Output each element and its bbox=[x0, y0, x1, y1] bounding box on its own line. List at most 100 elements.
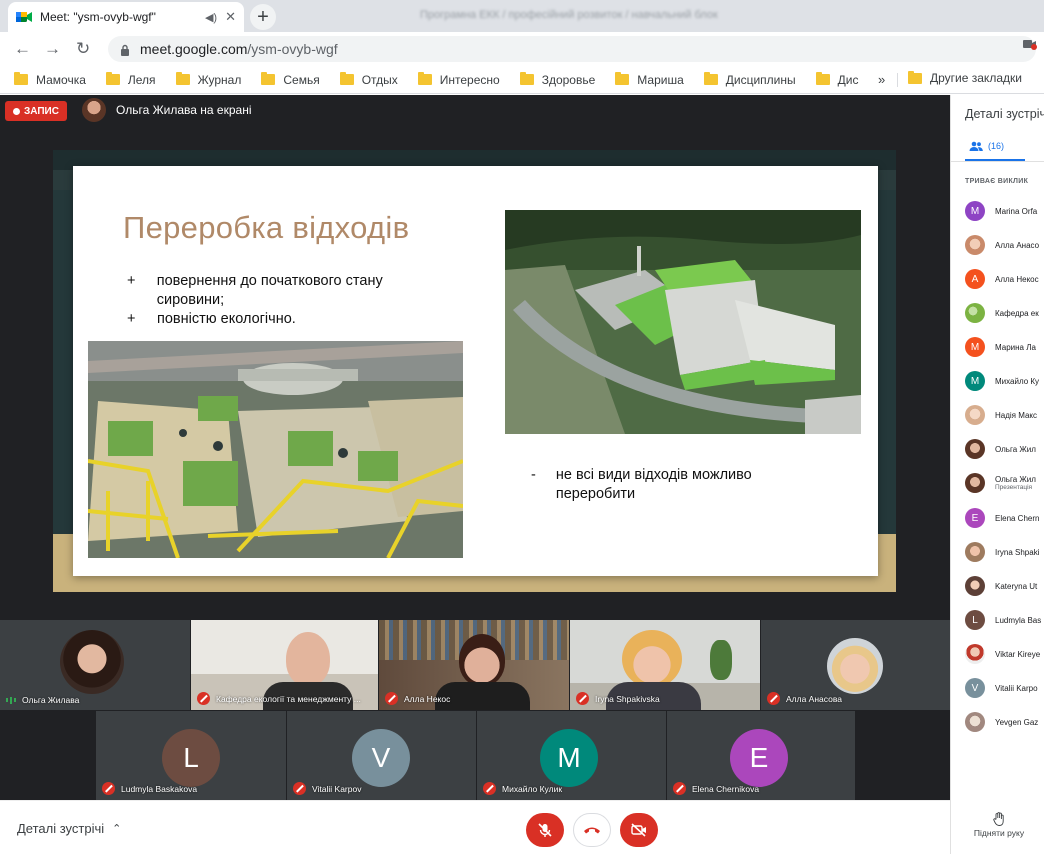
new-tab-button[interactable]: + bbox=[250, 4, 276, 30]
participant-list-item[interactable]: М Марина Ла bbox=[965, 337, 1036, 357]
bookmark-folder[interactable]: Дис bbox=[815, 72, 858, 87]
bookmarks-overflow-button[interactable]: » bbox=[878, 72, 885, 87]
participant-name: Iryna Shpakivska bbox=[576, 692, 660, 705]
participant-avatar: L bbox=[965, 610, 985, 630]
participant-name: Алла Анасова bbox=[767, 692, 842, 705]
raise-hand-button[interactable]: Підняти руку bbox=[969, 812, 1029, 838]
participant-avatar: V bbox=[965, 678, 985, 698]
participant-tile[interactable]: V Vitalii Karpov bbox=[287, 711, 476, 800]
mic-off-icon bbox=[102, 782, 115, 795]
participant-tile[interactable]: Ольга Жилава bbox=[0, 620, 190, 710]
cons-list: - не всі види відходів можливо переробити bbox=[531, 466, 831, 504]
other-bookmarks-folder[interactable]: Другие закладки bbox=[908, 70, 1022, 85]
participant-avatar bbox=[965, 644, 985, 664]
participant-name: Elena Chernikova bbox=[673, 782, 759, 795]
bookmark-folder[interactable]: Журнал bbox=[175, 72, 241, 87]
browser-tab-strip: Meet: "ysm-ovyb-wgf" ◀) ✕ + Програмна ЕК… bbox=[0, 0, 1044, 32]
hang-up-icon bbox=[584, 827, 600, 834]
bookmark-folder[interactable]: Леля bbox=[105, 72, 156, 87]
leave-call-button[interactable] bbox=[573, 813, 611, 847]
participant-tile[interactable]: Алла Анасова bbox=[761, 620, 950, 710]
mic-off-icon bbox=[673, 782, 686, 795]
meet-stage: ЗАПИС Ольга Жилава на екрані Переробка в… bbox=[0, 95, 950, 800]
participant-list-item[interactable]: L Ludmyla Bas bbox=[965, 610, 1041, 630]
meet-control-bar: Деталі зустрічі ⌃ bbox=[0, 800, 950, 854]
record-dot-icon bbox=[13, 107, 20, 115]
participant-list-item[interactable]: Kateryna Ut bbox=[965, 576, 1037, 596]
folder-icon bbox=[175, 72, 190, 85]
forward-arrow-icon[interactable]: → bbox=[44, 39, 61, 59]
participant-list-item[interactable]: Iryna Shpaki bbox=[965, 542, 1039, 562]
speaker-icon[interactable]: ◀) bbox=[205, 11, 217, 24]
mic-off-icon bbox=[483, 782, 496, 795]
bookmarks-divider bbox=[897, 73, 898, 87]
pros-list: + повернення до початкового стану сировин… bbox=[127, 272, 447, 329]
bookmark-folder[interactable]: Семья bbox=[261, 72, 320, 87]
speaking-indicator-icon bbox=[6, 696, 16, 704]
participant-list-item[interactable]: Viktar Kireye bbox=[965, 644, 1040, 664]
participant-avatar: V bbox=[352, 729, 410, 787]
list-item: + повністю екологічно. bbox=[127, 311, 296, 327]
recording-badge[interactable]: ЗАПИС bbox=[5, 101, 67, 121]
participant-tile[interactable]: Iryna Shpakivska bbox=[570, 620, 760, 710]
participant-list-item[interactable]: Алла Анасо bbox=[965, 235, 1039, 255]
participant-list-item[interactable]: M Marina Orfa bbox=[965, 201, 1037, 221]
participant-list-item[interactable]: Кафедра ек bbox=[965, 303, 1039, 323]
url-input[interactable]: meet.google.com/ysm-ovyb-wgf bbox=[108, 36, 1036, 62]
participant-list-item[interactable]: Ольга Жил bbox=[965, 439, 1036, 459]
list-item: + повернення до початкового стану сировин… bbox=[127, 273, 383, 308]
browser-tab-meet[interactable]: Meet: "ysm-ovyb-wgf" ◀) ✕ bbox=[8, 2, 244, 32]
close-tab-icon[interactable]: ✕ bbox=[225, 9, 236, 25]
participant-list-item[interactable]: V Vitalii Karpo bbox=[965, 678, 1038, 698]
participant-avatar: М bbox=[965, 371, 985, 391]
participant-avatar bbox=[965, 542, 985, 562]
bookmark-folder[interactable]: Отдых bbox=[339, 72, 398, 87]
background-tab-title[interactable]: Програмна ЕКК / професійний розвиток / н… bbox=[420, 9, 718, 21]
meeting-details-button[interactable]: Деталі зустрічі ⌃ bbox=[17, 821, 121, 836]
back-arrow-icon[interactable]: ← bbox=[14, 39, 31, 59]
participant-list-item[interactable]: Надія Макс bbox=[965, 405, 1037, 425]
google-meet-icon bbox=[16, 10, 32, 24]
bookmark-folder[interactable]: Здоровье bbox=[519, 72, 595, 87]
participant-name: Михайло Кулик bbox=[483, 782, 562, 795]
folder-icon bbox=[908, 70, 922, 84]
folder-icon bbox=[339, 72, 354, 85]
tab-people[interactable]: (16) bbox=[969, 141, 1004, 151]
participant-list-item[interactable]: М Михайло Ку bbox=[965, 371, 1039, 391]
participant-list-item[interactable]: Ольга Жил Презентація bbox=[965, 473, 1036, 493]
bookmark-folder[interactable]: Интересно bbox=[417, 72, 500, 87]
bookmarks-bar: Мамочка Леля Журнал Семья Отдых Интересн… bbox=[0, 66, 1044, 94]
camera-toggle-button[interactable] bbox=[620, 813, 658, 847]
participant-avatar bbox=[965, 405, 985, 425]
reload-icon[interactable]: ↻ bbox=[76, 39, 90, 59]
participant-list-item[interactable]: Yevgen Gaz bbox=[965, 712, 1038, 732]
bookmark-folder[interactable]: Мамочка bbox=[14, 72, 86, 87]
camera-blocked-icon[interactable] bbox=[1022, 38, 1038, 53]
folder-icon bbox=[417, 72, 432, 85]
participant-tile[interactable]: E Elena Chernikova bbox=[667, 711, 855, 800]
participant-avatar bbox=[965, 712, 985, 732]
participant-tile[interactable]: L Ludmyla Baskakova bbox=[96, 711, 286, 800]
participant-tile[interactable]: Алла Некос bbox=[379, 620, 569, 710]
bookmark-folder[interactable]: Дисциплины bbox=[703, 72, 796, 87]
participant-avatar bbox=[60, 630, 124, 694]
mic-off-icon bbox=[293, 782, 306, 795]
microphone-toggle-button[interactable] bbox=[526, 813, 564, 847]
chevron-up-icon: ⌃ bbox=[112, 823, 122, 835]
participant-list-item[interactable]: E Elena Chern bbox=[965, 508, 1039, 528]
slide-title: Переробка відходів bbox=[123, 210, 410, 245]
participant-tile[interactable]: M Михайло Кулик bbox=[477, 711, 666, 800]
participant-video bbox=[622, 630, 682, 688]
participant-list-item[interactable]: А Алла Некос bbox=[965, 269, 1039, 289]
tab-title: Meet: "ysm-ovyb-wgf" bbox=[40, 10, 156, 24]
folder-icon bbox=[14, 72, 28, 85]
recycling-plant-photo bbox=[505, 210, 861, 434]
shared-screen[interactable]: Переробка відходів + повернення до початк… bbox=[53, 150, 896, 592]
meeting-details-panel: Деталі зустрічі (16) ТРИВАЄ ВИКЛИК M Mar… bbox=[950, 95, 1044, 854]
participant-avatar bbox=[965, 235, 985, 255]
folder-icon bbox=[519, 72, 534, 85]
bookmark-folder[interactable]: Мариша bbox=[615, 72, 684, 87]
panel-divider bbox=[951, 161, 1044, 162]
lock-icon[interactable] bbox=[120, 43, 130, 56]
participant-tile[interactable]: Кафедра екології та менеджменту ... bbox=[191, 620, 378, 710]
